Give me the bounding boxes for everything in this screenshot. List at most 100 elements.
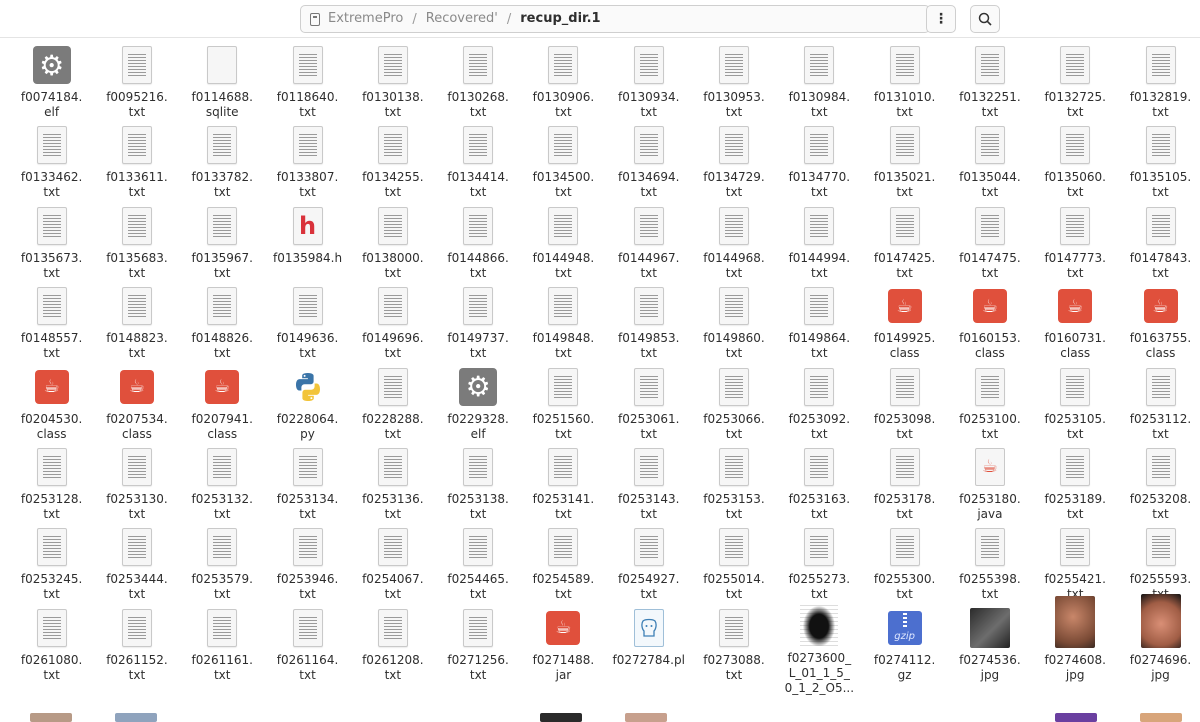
file-item[interactable]: f0253128. txt xyxy=(9,444,94,524)
file-item[interactable]: f0134729. txt xyxy=(691,122,776,202)
file-item[interactable]: ☕ f0207534. class xyxy=(94,364,179,444)
file-item[interactable]: f0133807. txt xyxy=(265,122,350,202)
file-item[interactable]: f0255273. txt xyxy=(777,524,862,604)
file-item[interactable]: f0149853. txt xyxy=(606,283,691,363)
file-item[interactable]: f0132725. txt xyxy=(1033,42,1118,122)
file-item[interactable]: f0132819. txt xyxy=(1118,42,1200,122)
file-item[interactable]: ⚙ f0229328. elf xyxy=(435,364,520,444)
file-item[interactable]: f0147475. txt xyxy=(947,203,1032,283)
search-button[interactable] xyxy=(970,5,1000,33)
file-item[interactable]: f0253143. txt xyxy=(606,444,691,524)
file-item[interactable]: ☕ f0271488. jar xyxy=(521,605,606,685)
file-item[interactable]: f0251560. txt xyxy=(521,364,606,444)
file-item[interactable]: f0253946. txt xyxy=(265,524,350,604)
file-item[interactable]: f0261161. txt xyxy=(180,605,265,685)
file-item[interactable]: ☕ f0204530. class xyxy=(9,364,94,444)
file-item[interactable]: f0261152. txt xyxy=(94,605,179,685)
file-item[interactable]: f0147425. txt xyxy=(862,203,947,283)
file-item[interactable]: f0255421. txt xyxy=(1033,524,1118,604)
file-item[interactable]: f0274608. jpg xyxy=(1033,595,1118,685)
file-item[interactable]: f0253130. txt xyxy=(94,444,179,524)
file-item[interactable]: f0144994. txt xyxy=(777,203,862,283)
file-item[interactable]: f0148557. txt xyxy=(9,283,94,363)
file-item[interactable]: f0253153. txt xyxy=(691,444,776,524)
file-item[interactable]: f0261080. txt xyxy=(9,605,94,685)
file-item[interactable]: f0144968. txt xyxy=(691,203,776,283)
file-item[interactable]: f0253444. txt xyxy=(94,524,179,604)
file-item[interactable]: f0228288. txt xyxy=(350,364,435,444)
file-item[interactable]: f0261208. txt xyxy=(350,605,435,685)
file-item[interactable]: ⚙ f0074184. elf xyxy=(9,42,94,122)
file-item[interactable]: ☕ f0207941. class xyxy=(180,364,265,444)
file-item[interactable]: f0149860. txt xyxy=(691,283,776,363)
file-item[interactable]: ☕ f0163755. class xyxy=(1118,283,1200,363)
file-item[interactable]: f0144948. txt xyxy=(521,203,606,283)
file-item[interactable]: f0255593.txt xyxy=(1118,524,1200,604)
breadcrumb-recovered[interactable]: Recovered' xyxy=(422,6,502,32)
file-item[interactable]: f0148823. txt xyxy=(94,283,179,363)
file-item[interactable]: f0274696. jpg xyxy=(1118,593,1200,685)
file-item[interactable]: f0130138. txt xyxy=(350,42,435,122)
file-item[interactable]: f0134414. txt xyxy=(435,122,520,202)
file-item[interactable]: f0135060. txt xyxy=(1033,122,1118,202)
file-item[interactable]: f0133611. txt xyxy=(94,122,179,202)
file-item[interactable]: f0130953. txt xyxy=(691,42,776,122)
file-item[interactable]: f0095216. txt xyxy=(94,42,179,122)
file-item[interactable]: f0135673. txt xyxy=(9,203,94,283)
file-item[interactable]: f0253098. txt xyxy=(862,364,947,444)
file-item[interactable]: f0149737. txt xyxy=(435,283,520,363)
file-item[interactable]: f0253178. txt xyxy=(862,444,947,524)
file-item[interactable]: ☕ f0149925. class xyxy=(862,283,947,363)
file-item[interactable]: f0254589. txt xyxy=(521,524,606,604)
file-item[interactable]: f0134694. txt xyxy=(606,122,691,202)
file-item[interactable]: f0131010. txt xyxy=(862,42,947,122)
file-item[interactable]: f0149636. txt xyxy=(265,283,350,363)
file-item[interactable]: f0255398. txt xyxy=(947,524,1032,604)
file-item[interactable]: gzip f0274112. gz xyxy=(862,605,947,685)
file-item[interactable]: f0253132. txt xyxy=(180,444,265,524)
file-item[interactable]: f0253134. txt xyxy=(265,444,350,524)
file-item[interactable]: f0253245. txt xyxy=(9,524,94,604)
file-item[interactable]: f0149696. txt xyxy=(350,283,435,363)
file-item[interactable]: f0253138. txt xyxy=(435,444,520,524)
file-item[interactable]: f0135967. txt xyxy=(180,203,265,283)
breadcrumb-drive[interactable]: ExtremePro xyxy=(324,6,407,32)
file-item[interactable]: f0255014. txt xyxy=(691,524,776,604)
file-item[interactable]: f0134770. txt xyxy=(777,122,862,202)
file-item[interactable]: f0273088. txt xyxy=(691,605,776,685)
file-item[interactable]: f0144967. txt xyxy=(606,203,691,283)
file-item[interactable]: f0149864. txt xyxy=(777,283,862,363)
file-item[interactable]: ☕ f0253180. java xyxy=(947,444,1032,524)
file-item[interactable]: f0254927. txt xyxy=(606,524,691,604)
file-item[interactable]: f0135044. txt xyxy=(947,122,1032,202)
file-item[interactable]: f0253092. txt xyxy=(777,364,862,444)
file-item[interactable]: f0253105. txt xyxy=(1033,364,1118,444)
file-item[interactable]: f0253189. txt xyxy=(1033,444,1118,524)
file-item[interactable]: f0253061. txt xyxy=(606,364,691,444)
file-item[interactable]: f0135683. txt xyxy=(94,203,179,283)
file-item[interactable]: f0138000. txt xyxy=(350,203,435,283)
file-item[interactable]: f0254465. txt xyxy=(435,524,520,604)
file-item[interactable]: f0134500. txt xyxy=(521,122,606,202)
file-item[interactable]: f0134255. txt xyxy=(350,122,435,202)
file-item[interactable]: f0135105. txt xyxy=(1118,122,1200,202)
file-item[interactable]: f0261164. txt xyxy=(265,605,350,685)
file-item[interactable]: f0144866. txt xyxy=(435,203,520,283)
file-item[interactable]: f0133462. txt xyxy=(9,122,94,202)
file-item[interactable]: f0130984. txt xyxy=(777,42,862,122)
file-item[interactable]: ☕ f0160731. class xyxy=(1033,283,1118,363)
file-item[interactable]: f0253112. txt xyxy=(1118,364,1200,444)
file-item[interactable]: f0271256. txt xyxy=(435,605,520,685)
file-item[interactable]: f0149848. txt xyxy=(521,283,606,363)
file-item[interactable]: f0148826. txt xyxy=(180,283,265,363)
file-item[interactable]: f0254067. txt xyxy=(350,524,435,604)
file-item[interactable]: f0272784.pl xyxy=(606,605,691,685)
file-item[interactable]: f0118640. txt xyxy=(265,42,350,122)
file-item[interactable]: f0253066. txt xyxy=(691,364,776,444)
file-item[interactable]: f0147773. txt xyxy=(1033,203,1118,283)
file-item[interactable]: f0253163. txt xyxy=(777,444,862,524)
file-item[interactable]: f0253100. txt xyxy=(947,364,1032,444)
breadcrumb-current-folder[interactable]: recup_dir.1 xyxy=(516,6,604,32)
file-item[interactable]: f0133782. txt xyxy=(180,122,265,202)
file-item[interactable]: f0130934. txt xyxy=(606,42,691,122)
